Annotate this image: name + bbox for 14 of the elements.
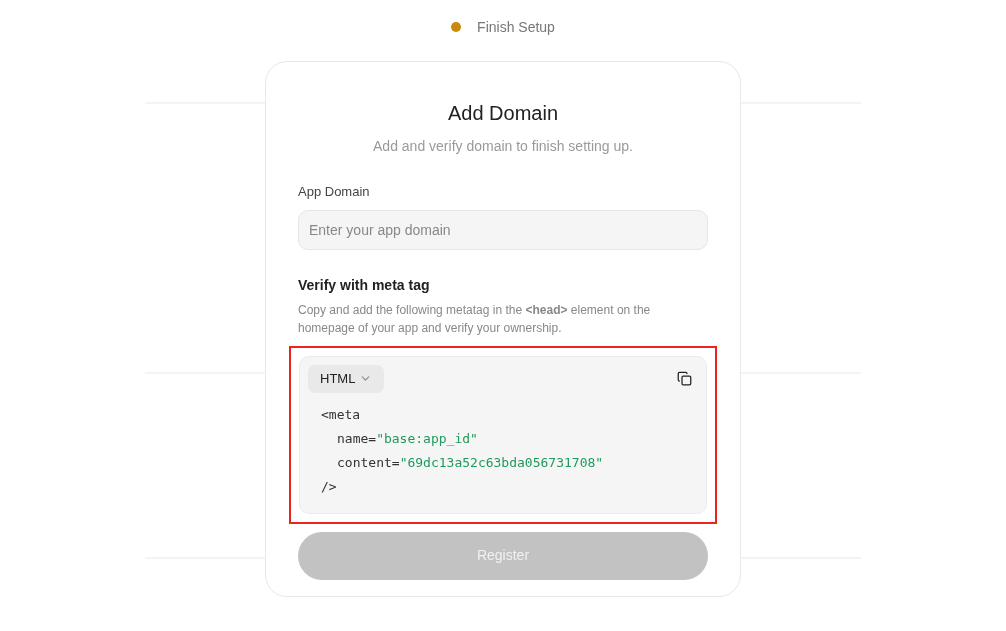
copy-button[interactable] (677, 370, 692, 386)
code-line: name="base:app_id" (336, 429, 479, 448)
status-label: Finish Setup (477, 17, 555, 37)
domain-input[interactable]: Enter your app domain (298, 209, 708, 250)
verify-description: Copy and add the following metatag in the <head> element on the homepage of your app and verify your ownership. (298, 301, 652, 337)
verify-title: Verify with meta tag (298, 275, 431, 295)
code-line: content="69dc13a52c63bda056731708" (336, 453, 605, 472)
copy-icon (677, 370, 692, 386)
dialog-subtitle: Add and verify domain to finish setting up. (372, 137, 634, 156)
dialog-title: Add Domain (446, 101, 560, 126)
code-line: <meta (321, 405, 362, 424)
language-dropdown[interactable]: HTML (308, 364, 385, 393)
code-line: /> (321, 477, 338, 496)
field-label: App Domain (298, 183, 371, 201)
